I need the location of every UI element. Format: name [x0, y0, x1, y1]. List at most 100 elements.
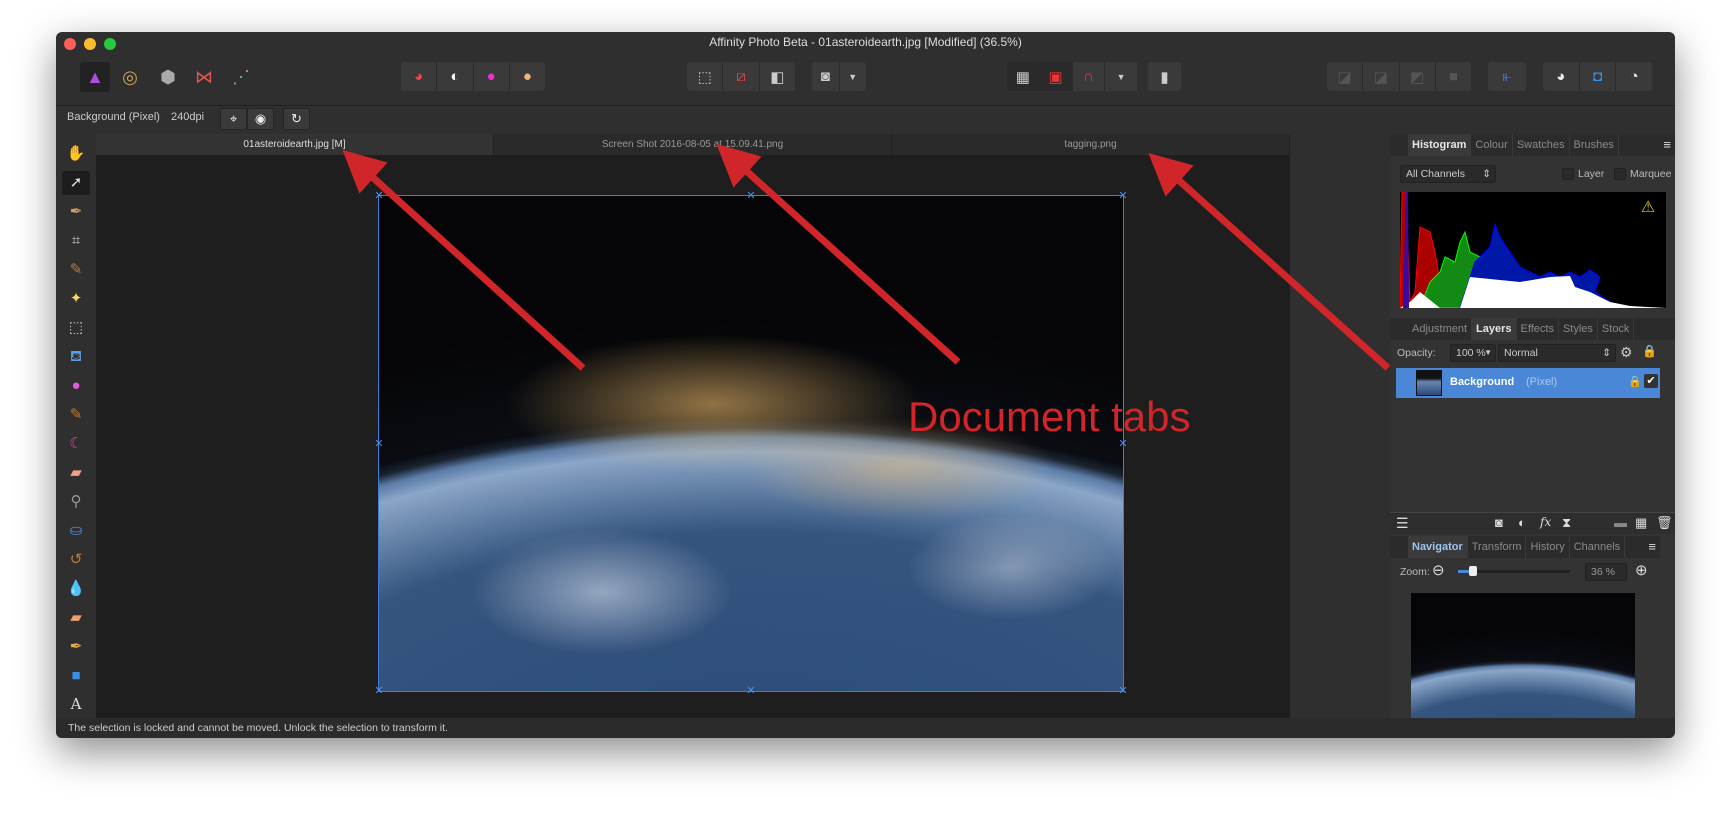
earth-photo[interactable]: ✕ ✕ ✕ ✕ ✕ ✕ ✕ ✕	[374, 191, 1127, 697]
chevron-down-icon[interactable]: ▼	[1105, 62, 1137, 91]
selection-handle[interactable]: ✕	[374, 686, 384, 697]
layer-row[interactable]: Background (Pixel) 🔒 ✔	[1396, 368, 1660, 398]
zoom-slider-handle[interactable]	[1468, 566, 1477, 576]
blur-tool-icon[interactable]: 💧	[62, 577, 90, 601]
paint-brush-tool-icon[interactable]: ✎	[62, 403, 90, 427]
selection-handle[interactable]: ✕	[746, 686, 756, 697]
align-button[interactable]: ⫦	[1488, 62, 1526, 91]
marquee-tool-icon[interactable]: ⬚	[62, 316, 90, 340]
tab-transform[interactable]: Transform	[1468, 536, 1527, 558]
crop-tool-icon[interactable]: ⌗	[62, 229, 90, 253]
tab-histogram[interactable]: Histogram	[1408, 134, 1472, 156]
panel-menu-icon[interactable]: ≡	[1663, 137, 1671, 152]
tone-mapping-persona-icon[interactable]: ⋈	[189, 62, 219, 92]
hsl-wheel-icon[interactable]: ●	[474, 62, 510, 91]
document-tab[interactable]: Screen Shot 2016-08-05 at 15.09.41.png	[494, 134, 892, 155]
selection-handle[interactable]: ✕	[746, 191, 756, 202]
deselect-icon[interactable]: ⧄	[723, 62, 760, 91]
selection-brush-tool-icon[interactable]: ✎	[62, 258, 90, 282]
zoom-out-icon[interactable]: ⊖	[1432, 561, 1445, 579]
selection-handle[interactable]: ✕	[374, 191, 384, 202]
move-forward-icon[interactable]: ◩	[1400, 62, 1436, 91]
panel-menu-icon[interactable]: ≡	[1648, 539, 1656, 554]
rectangle-tool-icon[interactable]: ■	[62, 664, 90, 688]
live-filter-icon[interactable]: ⧗	[1562, 515, 1571, 531]
tab-swatches[interactable]: Swatches	[1513, 134, 1570, 156]
export-persona-icon[interactable]: ⋰	[226, 62, 256, 92]
magnet-icon[interactable]: ∩	[1072, 62, 1106, 91]
show-selection-icon[interactable]: ◉	[247, 108, 274, 130]
tab-brushes[interactable]: Brushes	[1570, 134, 1619, 156]
subtract-shape-icon[interactable]: ◘	[1580, 62, 1617, 91]
levels-icon[interactable]: ◕	[401, 62, 438, 91]
tab-adjustment[interactable]: Adjustment	[1408, 318, 1473, 340]
document-tab[interactable]: 01asteroidearth.jpg [M]	[96, 134, 494, 155]
hand-tool-icon[interactable]: ✋	[62, 142, 90, 166]
adjustment-layer-icon[interactable]: ◐	[1518, 515, 1526, 530]
tab-navigator[interactable]: Navigator	[1408, 536, 1468, 558]
transform-lock-icon[interactable]: ↻	[283, 108, 310, 130]
move-to-back-icon[interactable]: ◪	[1327, 62, 1364, 91]
intersect-shape-icon[interactable]: ◔	[1616, 62, 1652, 91]
layers-stack-icon[interactable]: ☰	[1396, 515, 1409, 532]
crosshair-icon[interactable]: ⌖	[220, 108, 247, 130]
move-to-front-icon[interactable]: ■	[1436, 62, 1471, 91]
layer-visibility-checkbox[interactable]: ✔	[1644, 374, 1658, 388]
move-back-icon[interactable]: ◪	[1363, 62, 1400, 91]
tab-channels[interactable]: Channels	[1570, 536, 1626, 558]
tab-styles[interactable]: Styles	[1559, 318, 1598, 340]
opacity-field[interactable]: 100 % ▼	[1450, 344, 1496, 362]
select-all-icon[interactable]: ⬚	[687, 62, 724, 91]
grid-icon[interactable]: ▦	[1007, 62, 1040, 91]
color-replacement-tool-icon[interactable]: ☾	[62, 432, 90, 456]
photo-persona-icon[interactable]: ▲	[80, 62, 110, 92]
add-shape-icon[interactable]: ◕	[1543, 62, 1580, 91]
flood-select-tool-icon[interactable]: ✦	[62, 287, 90, 311]
selection-handle[interactable]: ✕	[1118, 191, 1128, 202]
new-pixel-layer-icon[interactable]: ▦	[1635, 515, 1647, 531]
trash-icon[interactable]: 🗑	[1656, 515, 1673, 531]
layer-checkbox[interactable]	[1562, 168, 1574, 180]
tab-history[interactable]: History	[1526, 536, 1570, 558]
invert-selection-icon[interactable]: ◧	[760, 62, 795, 91]
layer-lock-icon[interactable]: 🔒	[1628, 375, 1642, 388]
mask-layer-icon[interactable]: ◙	[1495, 515, 1503, 530]
healing-tool-icon[interactable]: ▰	[62, 606, 90, 630]
navigator-preview[interactable]	[1411, 593, 1635, 738]
zoom-field[interactable]: 36 %	[1585, 563, 1627, 581]
undo-brush-tool-icon[interactable]: ↺	[62, 548, 90, 572]
clone-tool-icon[interactable]: ⛀	[62, 519, 90, 543]
white-balance-icon[interactable]: ●	[510, 62, 545, 91]
text-tool-icon[interactable]: A	[62, 692, 90, 716]
tab-stock[interactable]: Stock	[1598, 318, 1635, 340]
tab-colour[interactable]: Colour	[1471, 134, 1513, 156]
assistant-button[interactable]: ▮	[1148, 62, 1181, 91]
gear-icon[interactable]: ⚙	[1620, 344, 1633, 361]
tab-effects[interactable]: Effects	[1517, 318, 1559, 340]
zoom-slider[interactable]	[1458, 566, 1570, 576]
color-wheel-tool-icon[interactable]: ●	[62, 374, 90, 398]
channel-select[interactable]: All Channels ⇕	[1400, 165, 1496, 183]
move-tool-icon[interactable]: ➚	[62, 171, 90, 195]
pen-tool-icon[interactable]: ✒	[62, 635, 90, 659]
dodge-tool-icon[interactable]: ⚲	[62, 490, 90, 514]
document-tab[interactable]: tagging.png	[892, 134, 1290, 155]
lock-icon[interactable]: 🔒	[1642, 344, 1657, 358]
liquify-persona-icon[interactable]: ◎	[115, 62, 145, 92]
selection-handle[interactable]: ✕	[1118, 686, 1128, 697]
color-picker-tool-icon[interactable]: ✒	[62, 200, 90, 224]
snap-icon[interactable]: ▣	[1040, 62, 1073, 91]
chevron-down-icon[interactable]: ▼	[840, 62, 867, 91]
erase-tool-icon[interactable]: ▰	[62, 461, 90, 485]
tab-layers[interactable]: Layers	[1472, 318, 1517, 340]
fill-tool-icon[interactable]: ⛾	[62, 345, 90, 369]
fx-icon[interactable]: fx	[1540, 515, 1551, 529]
contrast-icon[interactable]: ◐	[437, 62, 474, 91]
marquee-checkbox[interactable]	[1614, 168, 1626, 180]
selection-handle[interactable]: ✕	[374, 438, 384, 449]
blend-mode-select[interactable]: Normal ⇕	[1498, 344, 1616, 362]
zoom-in-icon[interactable]: ⊕	[1635, 561, 1648, 579]
folder-icon[interactable]: ▬	[1614, 515, 1627, 530]
develop-persona-icon[interactable]: ⬢	[153, 62, 183, 92]
quick-mask-icon[interactable]: ◙	[812, 62, 840, 91]
